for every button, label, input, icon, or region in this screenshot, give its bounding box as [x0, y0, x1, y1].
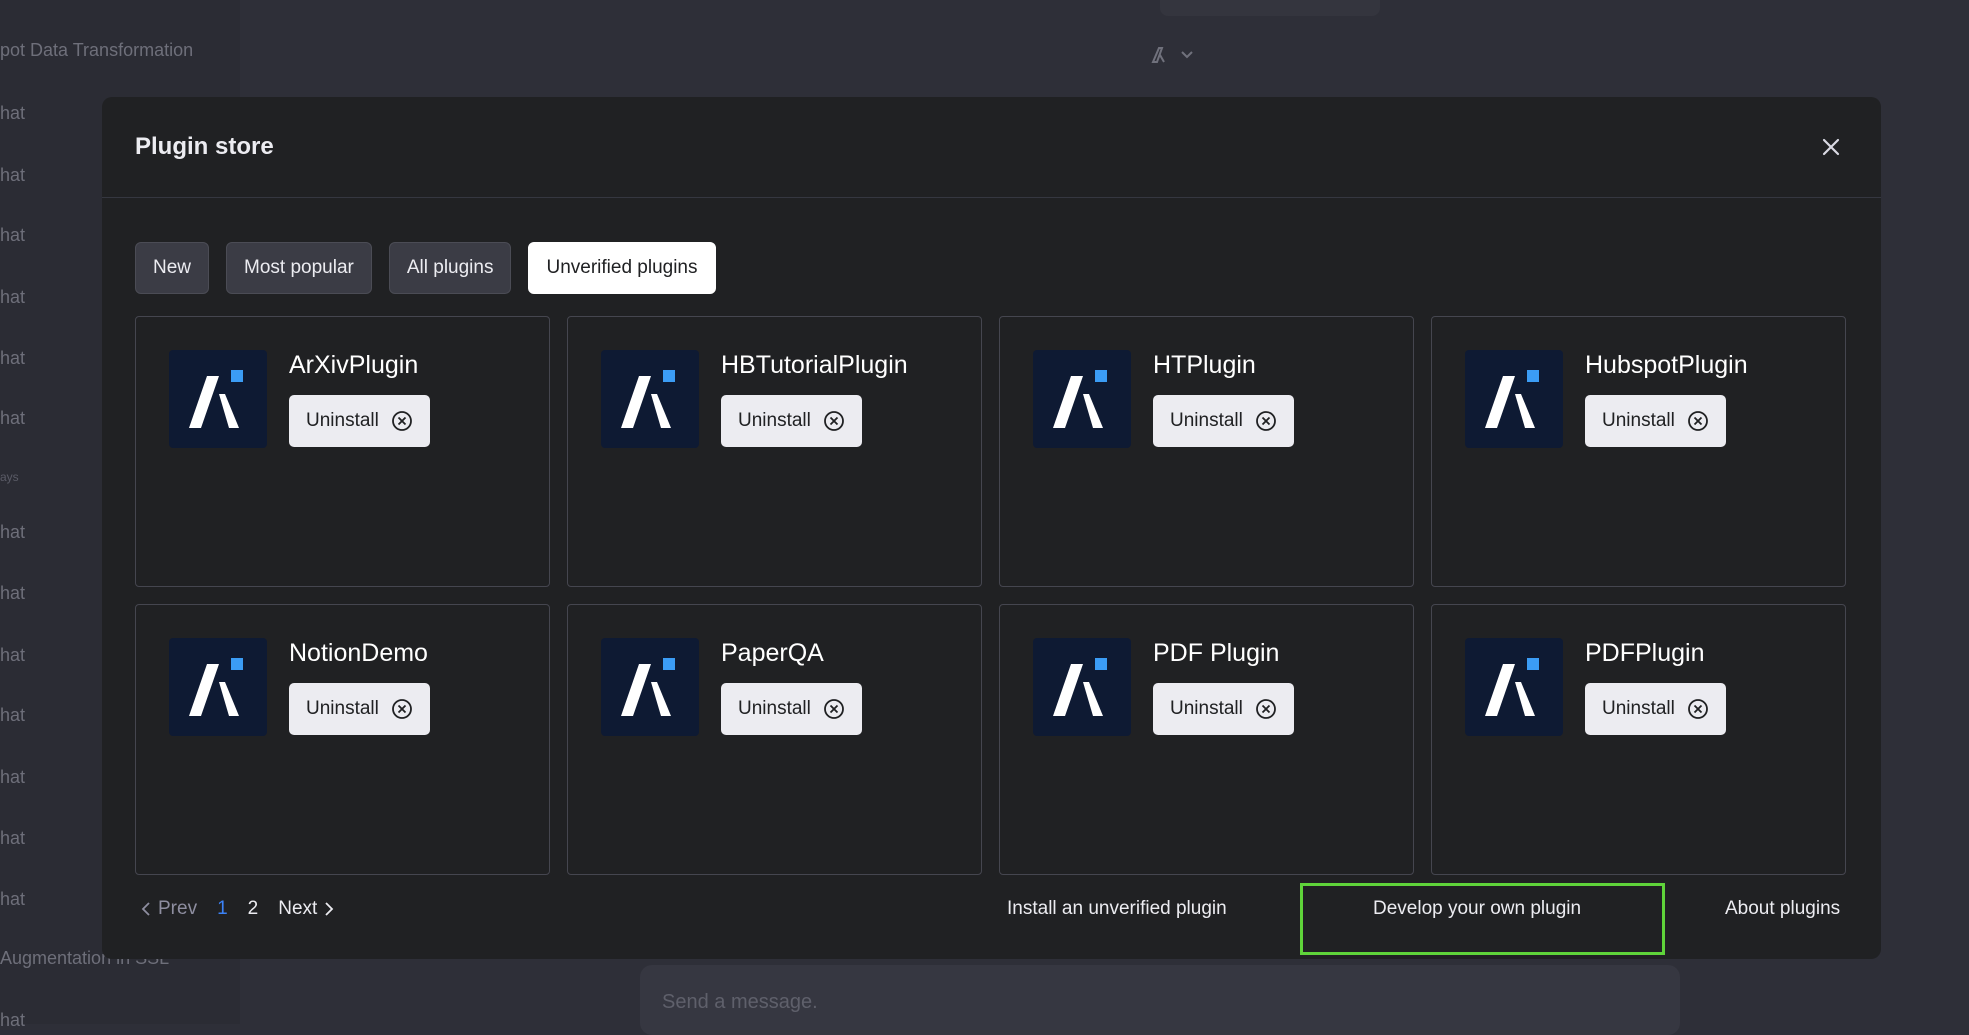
uninstall-button[interactable]: Uninstall [721, 683, 862, 735]
background-sidebar-item: hat [0, 165, 26, 185]
background-sidebar-item: hat [0, 287, 26, 307]
plugin-grid: ArXivPlugin Uninstall HBTutorialPlugin U… [135, 316, 1846, 875]
modal-footer: Prev 1 2 Next Install an unverified plug… [102, 877, 1881, 955]
plugin-name: ArXivPlugin [289, 351, 419, 379]
plugin-card: PDFPlugin Uninstall [1431, 604, 1846, 875]
chevron-down-icon [1151, 47, 1193, 63]
uninstall-button[interactable]: Uninstall [289, 395, 430, 447]
tab-new[interactable]: New [135, 242, 210, 294]
background-sidebar-item: hat [0, 645, 26, 665]
plugin-name: PDF Plugin [1153, 639, 1280, 667]
plugin-card: ArXivPlugin Uninstall [135, 316, 550, 587]
uninstall-button[interactable]: Uninstall [1153, 395, 1294, 447]
develop-own-plugin-link[interactable]: Develop your own plugin [1373, 898, 1581, 920]
message-input-placeholder: Send a message. [662, 991, 818, 1013]
plugin-logo-icon [1465, 638, 1563, 736]
prev-label: Prev [158, 898, 198, 919]
background-sidebar-item: hat [0, 408, 26, 428]
prev-page-button[interactable]: Prev [140, 898, 197, 920]
circle-x-icon [391, 698, 413, 720]
pagination: Prev 1 2 Next [140, 898, 335, 920]
background-sidebar-item: hat [0, 828, 26, 848]
install-unverified-plugin-link[interactable]: Install an unverified plugin [1007, 898, 1227, 920]
close-button[interactable] [1816, 132, 1846, 162]
plugin-name: PDFPlugin [1585, 639, 1705, 667]
background-sidebar-item: hat [0, 889, 26, 909]
plugin-logo-icon [1033, 638, 1131, 736]
uninstall-label: Uninstall [1602, 698, 1675, 719]
uninstall-label: Uninstall [1170, 410, 1243, 431]
plugin-store-modal: Plugin store New Most popular All plugins U… [102, 97, 1881, 959]
filter-tabs: New Most popular All plugins Unverified plu… [135, 242, 716, 294]
uninstall-button[interactable]: Uninstall [721, 395, 862, 447]
plugin-card: PDF Plugin Uninstall [999, 604, 1414, 875]
uninstall-label: Uninstall [306, 698, 379, 719]
plugin-logo-icon [169, 350, 267, 448]
uninstall-button[interactable]: Uninstall [1585, 395, 1726, 447]
plugin-logo-icon [1465, 350, 1563, 448]
tab-unverified-plugins[interactable]: Unverified plugins [528, 242, 716, 294]
circle-x-icon [1687, 410, 1709, 432]
background-sidebar-item: hat [0, 705, 26, 725]
uninstall-label: Uninstall [1170, 698, 1243, 719]
background-sidebar-item: pot Data Transformation [0, 40, 194, 60]
plugin-card: HBTutorialPlugin Uninstall [567, 316, 982, 587]
next-label: Next [278, 898, 318, 919]
modal-title: Plugin store [135, 133, 274, 160]
circle-x-icon [391, 410, 413, 432]
background-sidebar-item: hat [0, 225, 26, 245]
plugin-card: NotionDemo Uninstall [135, 604, 550, 875]
plugin-name: PaperQA [721, 639, 824, 667]
plugin-card: HTPlugin Uninstall [999, 316, 1414, 587]
uninstall-button[interactable]: Uninstall [1585, 683, 1726, 735]
plugin-logo-icon [169, 638, 267, 736]
plugin-name: NotionDemo [289, 639, 428, 667]
uninstall-label: Uninstall [738, 410, 811, 431]
background-sidebar-item: hat [0, 348, 26, 368]
plugin-card: HubspotPlugin Uninstall [1431, 316, 1846, 587]
background-sidebar-item: hat [0, 767, 26, 787]
next-page-button[interactable]: Next [278, 898, 335, 920]
background-sidebar-item: hat [0, 522, 26, 542]
tab-all-plugins[interactable]: All plugins [388, 242, 512, 294]
page-1-button[interactable]: 1 [217, 898, 228, 920]
tab-most-popular[interactable]: Most popular [226, 242, 372, 294]
uninstall-label: Uninstall [738, 698, 811, 719]
chevron-right-icon [325, 902, 334, 916]
chevron-left-icon [141, 902, 150, 916]
uninstall-button[interactable]: Uninstall [1153, 683, 1294, 735]
plugin-logo-icon [1033, 350, 1131, 448]
background-sidebar-item: ays [0, 470, 19, 484]
uninstall-button[interactable]: Uninstall [289, 683, 430, 735]
modal-header: Plugin store [102, 97, 1881, 198]
uninstall-label: Uninstall [1602, 410, 1675, 431]
circle-x-icon [823, 698, 845, 720]
circle-x-icon [823, 410, 845, 432]
plugin-logo-icon [601, 638, 699, 736]
background-top-bar [1160, 0, 1380, 16]
plugin-logo-icon [601, 350, 699, 448]
background-sidebar-item: hat [0, 1010, 26, 1030]
circle-x-icon [1687, 698, 1709, 720]
circle-x-icon [1255, 698, 1277, 720]
circle-x-icon [1255, 410, 1277, 432]
plugin-name: HubspotPlugin [1585, 351, 1748, 379]
plugin-card: PaperQA Uninstall [567, 604, 982, 875]
close-icon [1822, 138, 1840, 156]
page-2-button[interactable]: 2 [248, 898, 259, 920]
message-input: Send a message. [640, 965, 1680, 1035]
uninstall-label: Uninstall [306, 410, 379, 431]
plugin-name: HTPlugin [1153, 351, 1256, 379]
background-sidebar-item: hat [0, 103, 26, 123]
plugin-name: HBTutorialPlugin [721, 351, 908, 379]
model-selector [1150, 46, 1194, 69]
about-plugins-link[interactable]: About plugins [1725, 898, 1840, 920]
background-sidebar-item: hat [0, 583, 26, 603]
